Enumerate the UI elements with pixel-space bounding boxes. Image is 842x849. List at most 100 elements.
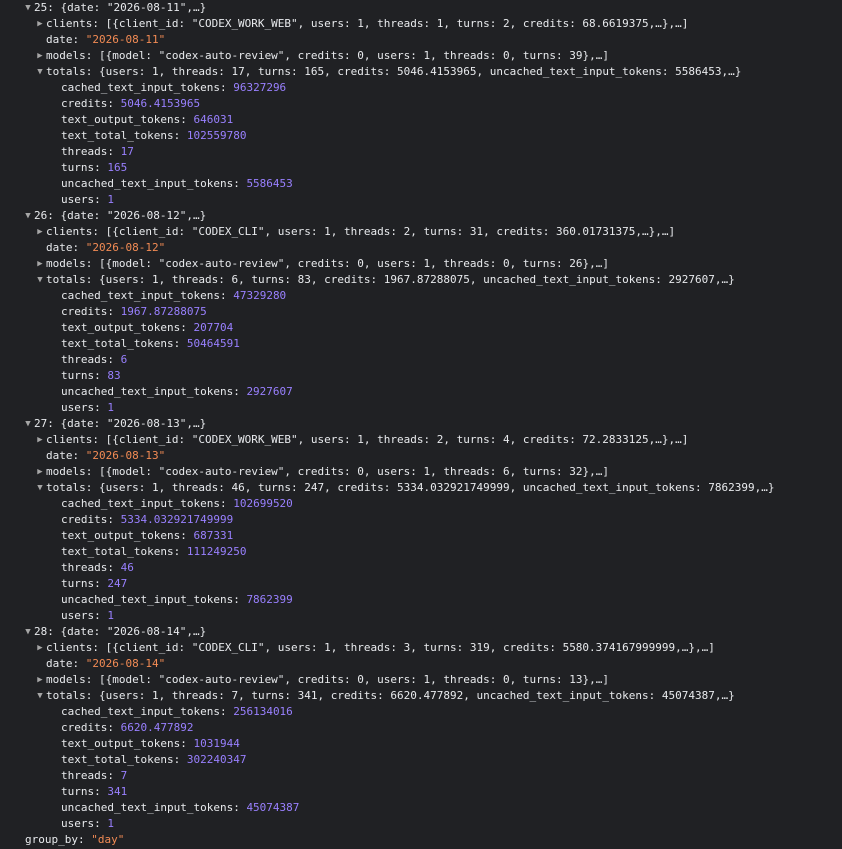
clients-key: clients [46, 225, 93, 238]
totals-field-value: 45074387 [246, 801, 300, 814]
date-row: date: "2026-08-14" [46, 657, 166, 670]
totals-field-value: 1 [107, 817, 114, 830]
totals-row[interactable]: ▼ totals: {users: 1, threads: 7, turns: 3… [0, 688, 842, 704]
entry-row[interactable]: ▼ 27: {date: "2026-08-13",…} [0, 416, 842, 432]
group-by-key: group_by [25, 833, 78, 846]
collapse-triangle-icon[interactable]: ▶ [34, 432, 46, 448]
date-key: date [46, 241, 73, 254]
totals-field-value: 1967.87288075 [120, 305, 207, 318]
collapse-triangle-icon[interactable]: ▶ [34, 48, 46, 64]
models-row[interactable]: ▶ models: [{model: "codex-auto-review", c… [0, 48, 842, 64]
date-key: date [46, 449, 73, 462]
totals-field-value: 46 [120, 561, 134, 574]
totals-field-row: users: 1 [61, 817, 114, 830]
expand-triangle-icon[interactable]: ▼ [22, 624, 34, 640]
clients-summary: [{client_id: "CODEX_WORK_WEB", users: 1,… [105, 17, 689, 30]
expand-triangle-icon[interactable]: ▼ [22, 208, 34, 224]
totals-row[interactable]: ▼ totals: {users: 1, threads: 46, turns: … [0, 480, 842, 496]
totals-field-key: credits [61, 513, 108, 526]
expand-triangle-icon[interactable]: ▼ [34, 64, 46, 80]
collapse-triangle-icon[interactable]: ▶ [34, 464, 46, 480]
totals-field-value: 47329280 [233, 289, 287, 302]
totals-field-key: uncached_text_input_tokens [61, 177, 234, 190]
totals-field-key: text_output_tokens [61, 321, 181, 334]
totals-field-row: users: 1 [61, 401, 114, 414]
totals-field-row: text_total_tokens: 111249250 [61, 545, 247, 558]
totals-key: totals [46, 689, 86, 702]
totals-field-value: 687331 [193, 529, 234, 542]
totals-field-row: turns: 83 [61, 369, 121, 382]
clients-row[interactable]: ▶ clients: [{client_id: "CODEX_CLI", user… [0, 640, 842, 656]
totals-field-key: credits [61, 305, 108, 318]
expand-triangle-icon[interactable]: ▼ [22, 0, 34, 16]
totals-field-key: users [61, 609, 95, 622]
collapse-triangle-icon[interactable]: ▶ [34, 16, 46, 32]
models-summary: [{model: "codex-auto-review", credits: 0… [99, 257, 609, 270]
expand-triangle-icon[interactable]: ▼ [22, 416, 34, 432]
expand-triangle-icon[interactable]: ▼ [34, 688, 46, 704]
clients-row[interactable]: ▶ clients: [{client_id: "CODEX_WORK_WEB",… [0, 432, 842, 448]
totals-row[interactable]: ▼ totals: {users: 1, threads: 17, turns: … [0, 64, 842, 80]
clients-key: clients [46, 641, 93, 654]
totals-field-row: threads: 7 [61, 769, 128, 782]
totals-summary: {users: 1, threads: 7, turns: 341, credi… [99, 689, 735, 702]
collapse-triangle-icon[interactable]: ▶ [34, 672, 46, 688]
totals-field-key: threads [61, 145, 108, 158]
models-key: models [46, 257, 86, 270]
totals-field-value: 207704 [193, 321, 234, 334]
collapse-triangle-icon[interactable]: ▶ [34, 224, 46, 240]
entry-row[interactable]: ▼ 25: {date: "2026-08-11",…} [0, 0, 842, 16]
totals-field-value: 102559780 [186, 129, 247, 142]
date-key: date [46, 33, 73, 46]
clients-summary: [{client_id: "CODEX_CLI", users: 1, thre… [105, 641, 715, 654]
totals-field-row: uncached_text_input_tokens: 7862399 [61, 593, 293, 606]
json-tree-viewer: ▼ 25: {date: "2026-08-11",…} ▶ clients: [{c… [0, 0, 842, 848]
clients-row[interactable]: ▶ clients: [{client_id: "CODEX_WORK_WEB",… [0, 16, 842, 32]
date-row: date: "2026-08-12" [46, 241, 166, 254]
entry-index: 27 [34, 417, 48, 430]
totals-field-key: cached_text_input_tokens [61, 497, 220, 510]
totals-field-row: uncached_text_input_tokens: 2927607 [61, 385, 293, 398]
entry-row[interactable]: ▼ 28: {date: "2026-08-14",…} [0, 624, 842, 640]
totals-field-value: 7 [120, 769, 128, 782]
totals-field-key: uncached_text_input_tokens [61, 593, 234, 606]
totals-field-value: 102699520 [233, 497, 293, 510]
date-value: "2026-08-14" [85, 657, 166, 670]
expand-triangle-icon[interactable]: ▼ [34, 480, 46, 496]
totals-summary: {users: 1, threads: 17, turns: 165, cred… [99, 65, 742, 78]
entry-summary: {date: "2026-08-12",…} [60, 209, 207, 222]
expand-triangle-icon[interactable]: ▼ [34, 272, 46, 288]
date-value: "2026-08-11" [85, 33, 166, 46]
totals-field-row: text_output_tokens: 687331 [61, 529, 234, 542]
totals-field-key: turns [61, 577, 95, 590]
totals-field-value: 5046.4153965 [120, 97, 201, 110]
totals-field-key: uncached_text_input_tokens [61, 801, 234, 814]
totals-field-value: 111249250 [186, 545, 247, 558]
totals-field-row: credits: 5334.032921749999 [61, 513, 234, 526]
date-value: "2026-08-13" [85, 449, 166, 462]
clients-key: clients [46, 17, 93, 30]
totals-field-key: text_total_tokens [61, 337, 174, 350]
totals-field-key: cached_text_input_tokens [61, 81, 220, 94]
collapse-triangle-icon[interactable]: ▶ [34, 256, 46, 272]
totals-field-key: cached_text_input_tokens [61, 705, 220, 718]
totals-field-key: threads [61, 561, 108, 574]
totals-field-value: 247 [107, 577, 128, 590]
collapse-triangle-icon[interactable]: ▶ [34, 640, 46, 656]
totals-field-row: cached_text_input_tokens: 102699520 [61, 497, 293, 510]
totals-field-value: 646031 [193, 113, 234, 126]
totals-field-value: 256134016 [233, 705, 293, 718]
totals-field-value: 1 [107, 401, 114, 414]
totals-field-row: threads: 6 [61, 353, 128, 366]
totals-field-row: users: 1 [61, 193, 114, 206]
models-row[interactable]: ▶ models: [{model: "codex-auto-review", c… [0, 464, 842, 480]
totals-field-row: turns: 341 [61, 785, 128, 798]
totals-field-key: text_output_tokens [61, 737, 181, 750]
clients-row[interactable]: ▶ clients: [{client_id: "CODEX_CLI", user… [0, 224, 842, 240]
models-row[interactable]: ▶ models: [{model: "codex-auto-review", c… [0, 672, 842, 688]
models-row[interactable]: ▶ models: [{model: "codex-auto-review", c… [0, 256, 842, 272]
totals-field-key: turns [61, 369, 95, 382]
entry-row[interactable]: ▼ 26: {date: "2026-08-12",…} [0, 208, 842, 224]
totals-field-key: uncached_text_input_tokens [61, 385, 234, 398]
totals-row[interactable]: ▼ totals: {users: 1, threads: 6, turns: 8… [0, 272, 842, 288]
